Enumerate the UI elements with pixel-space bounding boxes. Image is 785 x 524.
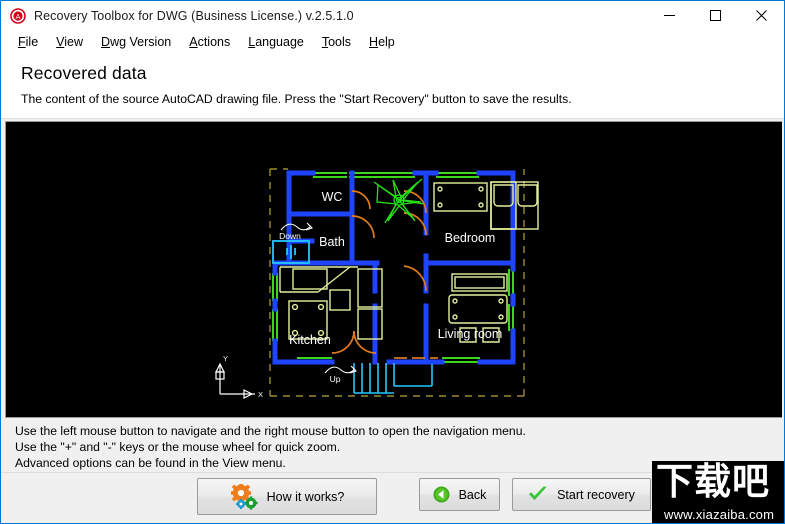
room-label-bedroom: Bedroom bbox=[445, 231, 496, 245]
back-label: Back bbox=[458, 487, 487, 502]
watermark-url: www.xiazaiba.com bbox=[664, 507, 775, 522]
maximize-icon bbox=[709, 10, 721, 21]
watermark: 下载吧 www.xiazaiba.com bbox=[652, 461, 784, 523]
page-title: Recovered data bbox=[21, 63, 147, 83]
start-recovery-button[interactable]: Start recovery bbox=[512, 478, 651, 511]
hint-line-1: Use the left mouse button to navigate an… bbox=[15, 424, 526, 438]
menu-help[interactable]: Help bbox=[360, 33, 404, 51]
minimize-icon bbox=[663, 15, 675, 16]
room-label-living-room: Living room bbox=[438, 327, 503, 341]
back-button[interactable]: Back bbox=[419, 478, 500, 511]
annotation-down: Down bbox=[279, 231, 301, 241]
close-icon bbox=[755, 10, 767, 21]
menu-dwg-version[interactable]: Dwg Version bbox=[92, 33, 180, 51]
menu-file[interactable]: File bbox=[9, 33, 47, 51]
ucs-x-label: X bbox=[258, 390, 263, 399]
room-label-kitchen: Kitchen bbox=[289, 333, 331, 347]
room-label-bath: Bath bbox=[319, 235, 345, 249]
how-it-works-label: How it works? bbox=[266, 489, 345, 504]
app-logo-icon: A bbox=[10, 7, 26, 24]
menu-view[interactable]: View bbox=[47, 33, 92, 51]
gears-icon bbox=[230, 483, 258, 510]
menu-language[interactable]: Language bbox=[239, 33, 313, 51]
maximize-button[interactable] bbox=[692, 1, 738, 30]
application-window: A Recovery Toolbox for DWG (Business Lic… bbox=[0, 0, 785, 524]
floor-plan-drawing: Y X WC Bath Kitchen Bedroom Living room … bbox=[6, 122, 782, 417]
watermark-logo-text: 下载吧 bbox=[656, 461, 770, 503]
close-button[interactable] bbox=[738, 1, 784, 30]
how-it-works-button[interactable]: How it works? bbox=[197, 478, 377, 515]
page-header: Recovered data The content of the source… bbox=[1, 54, 784, 119]
back-arrow-icon bbox=[433, 486, 450, 503]
menu-actions[interactable]: Actions bbox=[180, 33, 239, 51]
room-label-wc: WC bbox=[322, 190, 343, 204]
page-subtitle: The content of the source AutoCAD drawin… bbox=[21, 92, 572, 106]
window-title: Recovery Toolbox for DWG (Business Licen… bbox=[34, 8, 354, 23]
menu-bar: File View Dwg Version Actions Language T… bbox=[1, 30, 784, 54]
svg-text:A: A bbox=[16, 14, 21, 21]
window-controls bbox=[646, 1, 784, 30]
title-bar: A Recovery Toolbox for DWG (Business Lic… bbox=[1, 1, 784, 30]
annotation-up: Up bbox=[330, 374, 341, 384]
hint-line-2: Use the "+" and "-" keys or the mouse wh… bbox=[15, 440, 341, 455]
menu-tools[interactable]: Tools bbox=[313, 33, 360, 51]
dwg-preview-canvas[interactable]: Y X WC Bath Kitchen Bedroom Living room … bbox=[5, 121, 782, 418]
minimize-button[interactable] bbox=[646, 1, 692, 30]
ucs-y-label: Y bbox=[223, 354, 228, 363]
green-check-icon bbox=[529, 486, 547, 500]
start-recovery-label: Start recovery bbox=[557, 487, 635, 502]
